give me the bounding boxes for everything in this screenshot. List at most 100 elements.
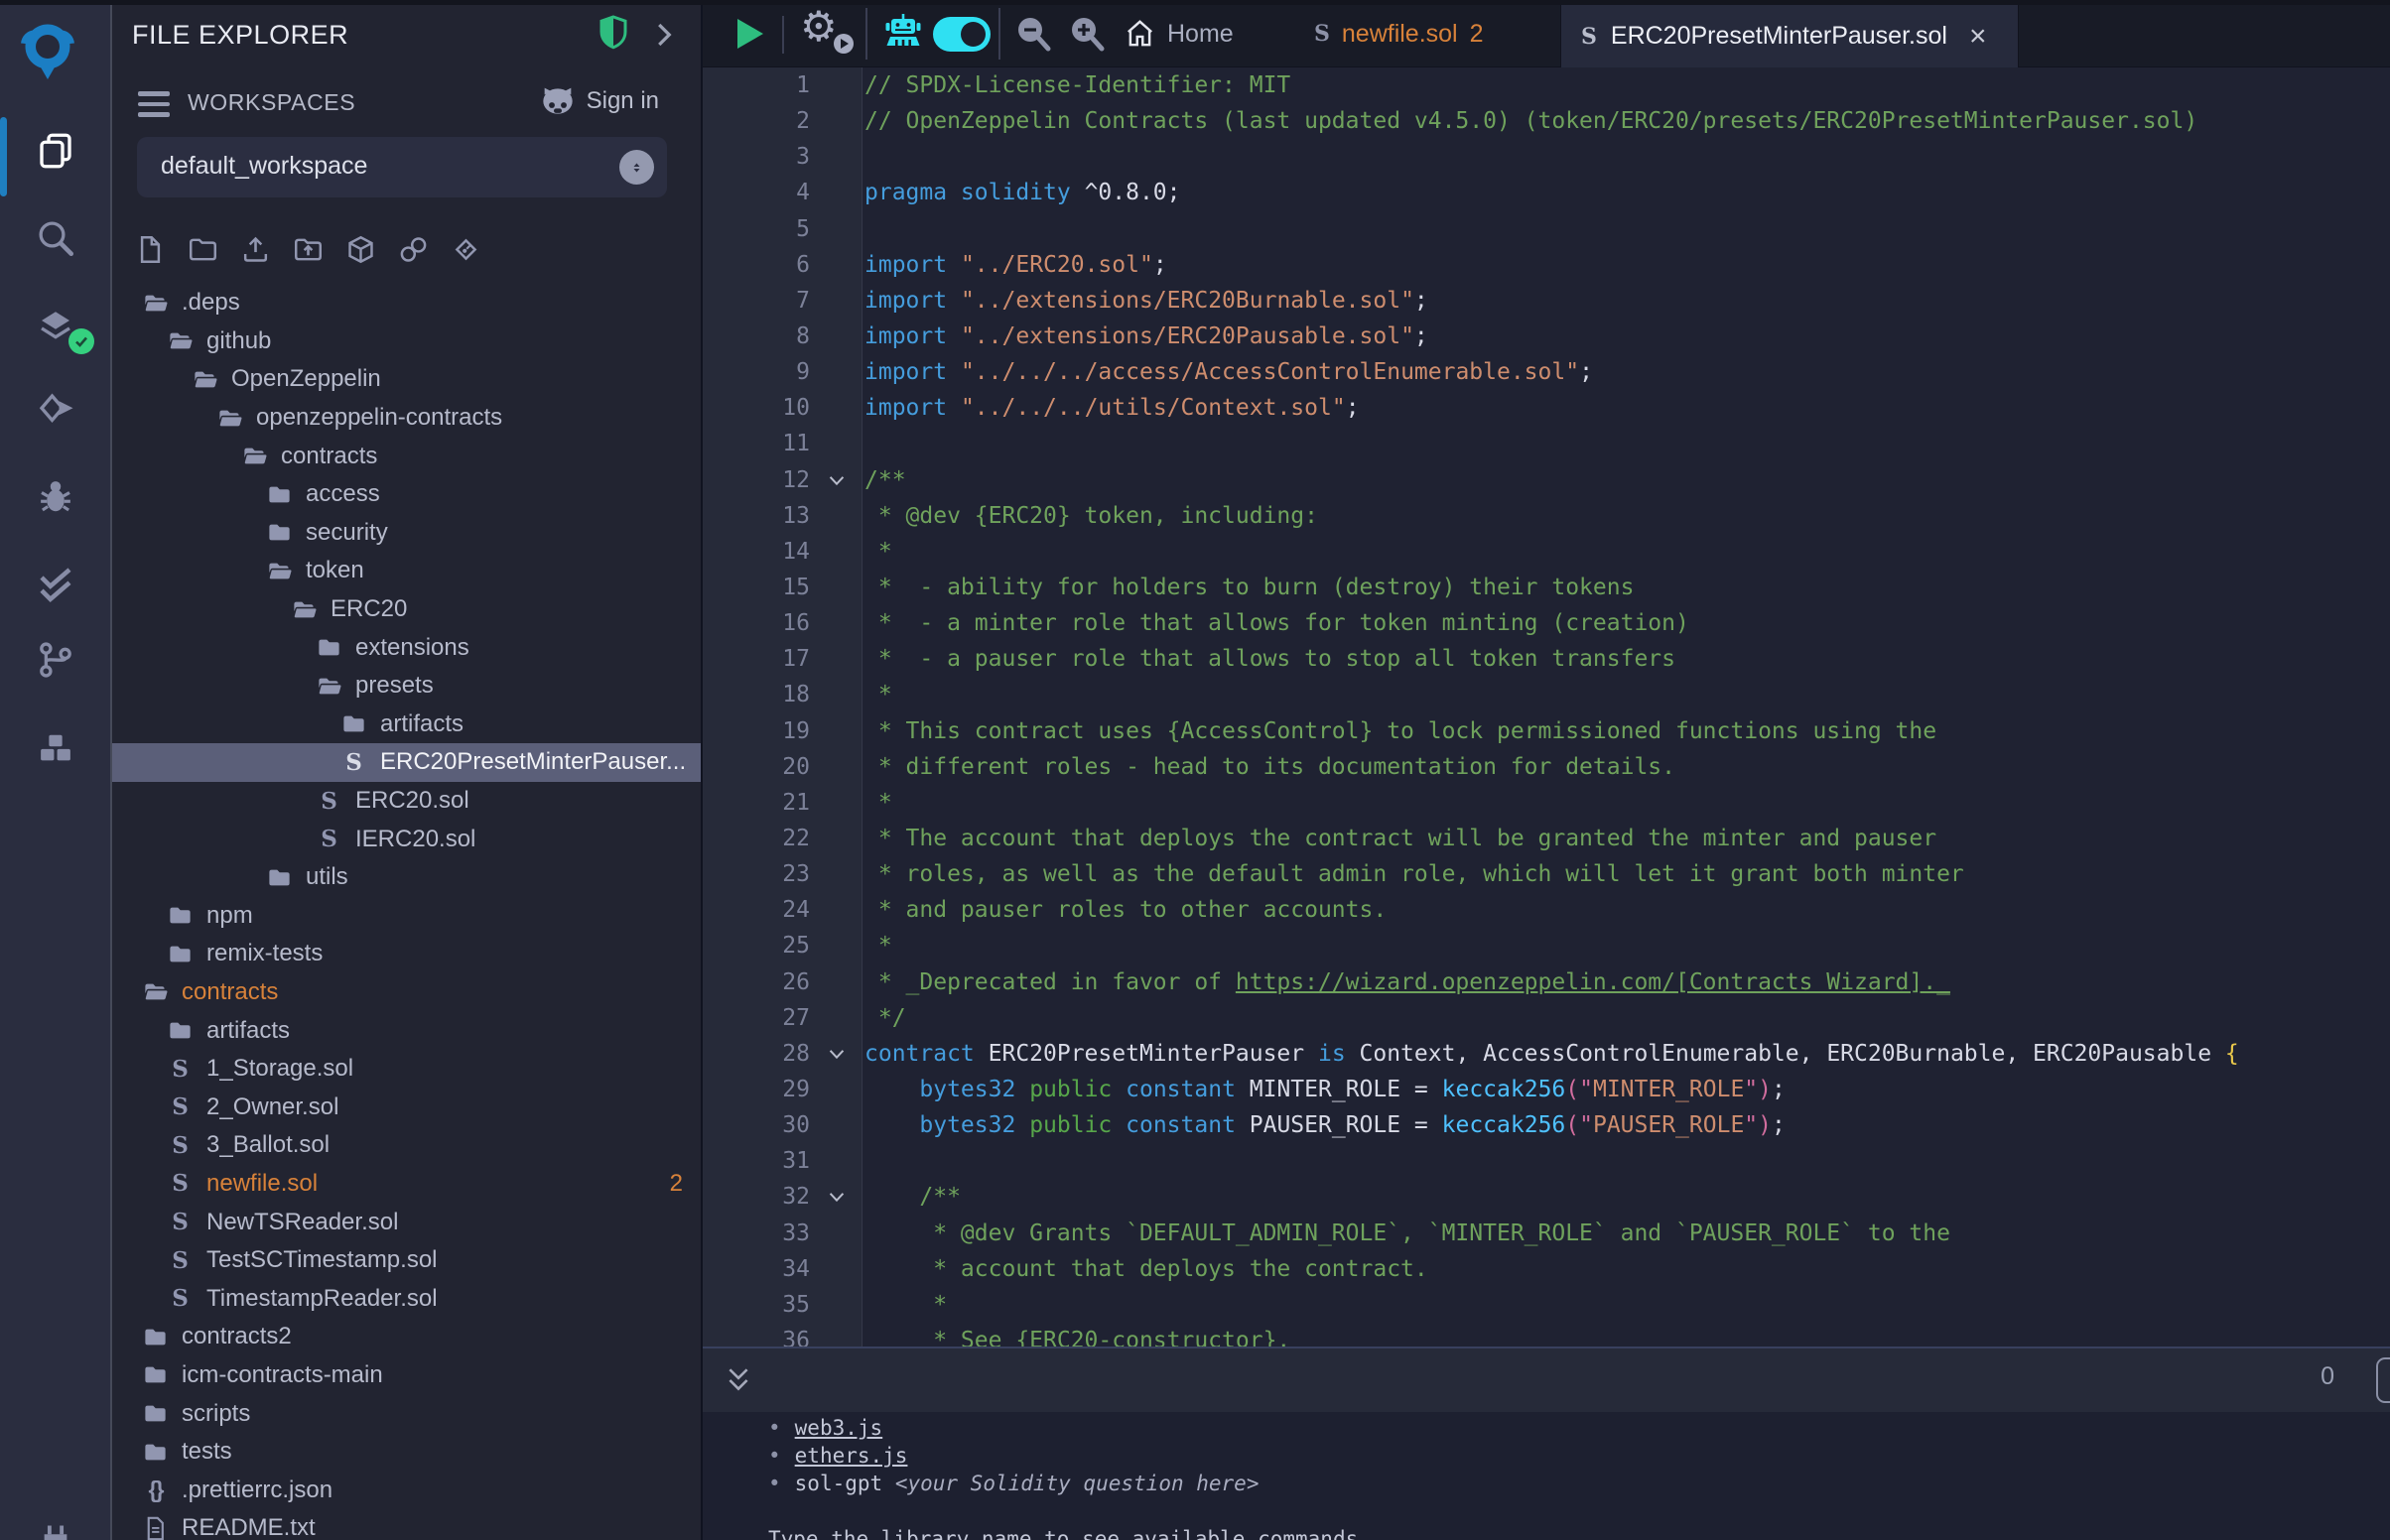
tree-item-3-ballot-sol[interactable]: S3_Ballot.sol: [112, 1126, 703, 1165]
fold-chevron-icon[interactable]: [810, 1036, 863, 1072]
rail-debugger[interactable]: [0, 459, 110, 533]
chevron-right-icon[interactable]: [648, 20, 678, 50]
tree-item-extensions[interactable]: extensions: [112, 628, 703, 667]
zoom-out-icon[interactable]: [1014, 15, 1052, 53]
tree-item-readme-txt[interactable]: README.txt: [112, 1509, 703, 1540]
tree-item-github[interactable]: github: [112, 322, 703, 361]
code-line[interactable]: 19 * This contract uses {AccessControl} …: [703, 713, 2390, 749]
tree-item-artifacts[interactable]: artifacts: [112, 706, 703, 744]
zoom-in-icon[interactable]: [1068, 15, 1106, 53]
fold-chevron-icon[interactable]: [810, 1179, 863, 1215]
tree-item-utils[interactable]: utils: [112, 858, 703, 897]
code-line[interactable]: 10import "../../../utils/Context.sol";: [703, 390, 2390, 426]
terminal-link[interactable]: ethers.js: [795, 1444, 908, 1468]
code-line[interactable]: 34 * account that deploys the contract.: [703, 1251, 2390, 1287]
code-line[interactable]: 1// SPDX-License-Identifier: MIT: [703, 67, 2390, 103]
code-line[interactable]: 16 * - a minter role that allows for tok…: [703, 605, 2390, 641]
collapse-terminal-icon[interactable]: [725, 1366, 752, 1396]
tree-item-token[interactable]: token: [112, 552, 703, 590]
tree-item-timestampreader-sol[interactable]: STimestampReader.sol: [112, 1279, 703, 1318]
code-line[interactable]: 14 *: [703, 534, 2390, 570]
tree-item-newtsreader-sol[interactable]: SNewTSReader.sol: [112, 1203, 703, 1241]
rail-deploy-and-run[interactable]: [0, 373, 110, 447]
code-line[interactable]: 7import "../extensions/ERC20Burnable.sol…: [703, 283, 2390, 319]
code-line[interactable]: 31: [703, 1143, 2390, 1179]
tree-item-contracts[interactable]: contracts: [112, 973, 703, 1012]
code-line[interactable]: 22 * The account that deploys the contra…: [703, 821, 2390, 856]
git-init-icon[interactable]: [450, 230, 481, 268]
code-line[interactable]: 2// OpenZeppelin Contracts (last updated…: [703, 103, 2390, 139]
code-line[interactable]: 18 *: [703, 677, 2390, 712]
code-line[interactable]: 25 *: [703, 928, 2390, 963]
tree-item-erc20[interactable]: ERC20: [112, 590, 703, 629]
code-line[interactable]: 12/**: [703, 462, 2390, 498]
terminal-output[interactable]: •web3.js•ethers.js•sol-gpt <your Solidit…: [703, 1412, 2390, 1540]
tab-erc20presetminterpauser[interactable]: S ERC20PresetMinterPauser.sol ×: [1560, 5, 2019, 67]
tree-item-remix-tests[interactable]: remix-tests: [112, 935, 703, 973]
new-folder-icon[interactable]: [187, 230, 218, 268]
code-line[interactable]: 21 *: [703, 785, 2390, 821]
new-file-icon[interactable]: [134, 230, 166, 268]
code-editor[interactable]: 1// SPDX-License-Identifier: MIT2// Open…: [703, 67, 2390, 1347]
script-config-gear-icon[interactable]: ⚙: [800, 2, 838, 51]
code-line[interactable]: 26 * _Deprecated in favor of https://wiz…: [703, 964, 2390, 1000]
tree-item-presets[interactable]: presets: [112, 667, 703, 706]
code-line[interactable]: 23 * roles, as well as the default admin…: [703, 856, 2390, 892]
code-line[interactable]: 33 * @dev Grants `DEFAULT_ADMIN_ROLE`, `…: [703, 1216, 2390, 1251]
code-line[interactable]: 6import "../ERC20.sol";: [703, 247, 2390, 283]
tree-item-contracts[interactable]: contracts: [112, 437, 703, 475]
code-line[interactable]: 30 bytes32 public constant PAUSER_ROLE =…: [703, 1107, 2390, 1143]
tree-item--prettierrc-json[interactable]: {}.prettierrc.json: [112, 1471, 703, 1509]
rail-plugin-manager[interactable]: [0, 1506, 110, 1540]
upload-folder-icon[interactable]: [292, 230, 324, 268]
tree-item-contracts2[interactable]: contracts2: [112, 1318, 703, 1356]
code-line[interactable]: 4pragma solidity ^0.8.0;: [703, 175, 2390, 210]
tree-item-security[interactable]: security: [112, 514, 703, 553]
fold-chevron-icon[interactable]: [810, 462, 863, 498]
rail-plugin-blocks[interactable]: [0, 711, 110, 785]
tree-item-1-storage-sol[interactable]: S1_Storage.sol: [112, 1050, 703, 1089]
tree-item-newfile-sol[interactable]: Snewfile.sol2: [112, 1165, 703, 1204]
workspace-select[interactable]: default_workspace: [137, 137, 667, 197]
terminal-link[interactable]: web3.js: [795, 1416, 883, 1440]
tree-item-npm[interactable]: npm: [112, 897, 703, 936]
remix-logo[interactable]: [12, 14, 83, 85]
code-line[interactable]: 17 * - a pauser role that allows to stop…: [703, 641, 2390, 677]
clone-link-icon[interactable]: [397, 230, 429, 268]
code-line[interactable]: 32 /**: [703, 1179, 2390, 1215]
code-line[interactable]: 35 *: [703, 1287, 2390, 1323]
code-line[interactable]: 27 */: [703, 1000, 2390, 1036]
tree-item--deps[interactable]: .deps: [112, 284, 703, 322]
tree-item-access[interactable]: access: [112, 475, 703, 514]
ai-copilot-toggle[interactable]: [933, 17, 991, 52]
code-line[interactable]: 3: [703, 139, 2390, 175]
code-line[interactable]: 20 * different roles - head to its docum…: [703, 749, 2390, 785]
tree-item-erc20presetminterpauser-[interactable]: SERC20PresetMinterPauser...: [112, 743, 703, 782]
home-icon[interactable]: [1124, 17, 1156, 50]
code-line[interactable]: 8import "../extensions/ERC20Pausable.sol…: [703, 319, 2390, 354]
code-line[interactable]: 24 * and pauser roles to other accounts.: [703, 892, 2390, 928]
rail-file-explorer[interactable]: [0, 114, 110, 188]
code-line[interactable]: 11: [703, 426, 2390, 461]
rail-search[interactable]: [0, 201, 110, 275]
publish-workspace-icon[interactable]: [344, 230, 376, 268]
tree-item-artifacts[interactable]: artifacts: [112, 1011, 703, 1050]
sign-in-button[interactable]: Sign in: [539, 85, 659, 117]
tree-item-2-owner-sol[interactable]: S2_Owner.sol: [112, 1088, 703, 1126]
tree-item-openzeppelin-contracts[interactable]: openzeppelin-contracts: [112, 399, 703, 438]
code-line[interactable]: 36 * See {ERC20-constructor}.: [703, 1323, 2390, 1347]
tree-item-scripts[interactable]: scripts: [112, 1394, 703, 1433]
code-line[interactable]: 15 * - ability for holders to burn (dest…: [703, 570, 2390, 605]
tree-item-tests[interactable]: tests: [112, 1433, 703, 1472]
tree-item-testsctimestamp-sol[interactable]: STestSCTimestamp.sol: [112, 1241, 703, 1280]
ai-assistant-robot-icon[interactable]: [883, 13, 923, 55]
tab-home[interactable]: Home: [1167, 0, 1234, 67]
upload-file-icon[interactable]: [239, 230, 271, 268]
code-line[interactable]: 9import "../../../access/AccessControlEn…: [703, 354, 2390, 390]
code-line[interactable]: 28contract ERC20PresetMinterPauser is Co…: [703, 1036, 2390, 1072]
tab-newfile[interactable]: S newfile.sol 2: [1314, 0, 1484, 67]
workspaces-menu-icon[interactable]: [138, 91, 170, 117]
workspace-select-arrows-icon[interactable]: [619, 150, 654, 185]
rail-unit-testing[interactable]: [0, 548, 110, 621]
rail-solidity-compiler[interactable]: [0, 291, 110, 364]
